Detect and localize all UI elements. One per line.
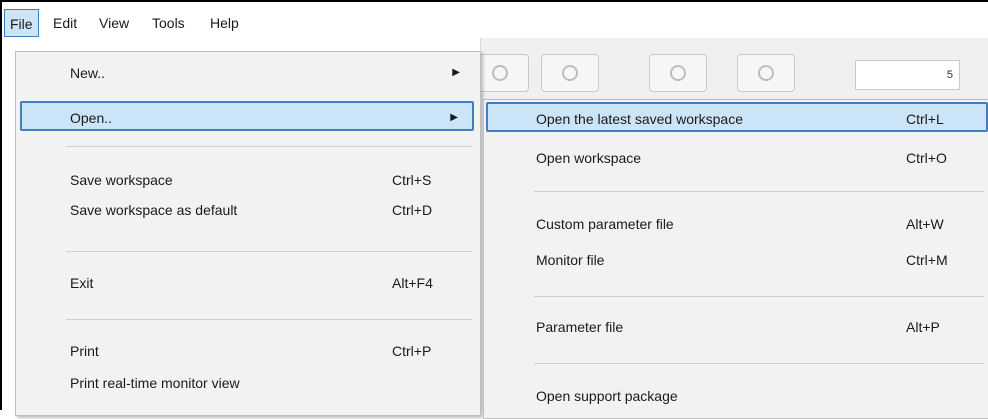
toolbar-button[interactable]	[737, 54, 795, 92]
menu-item-label: Open support package	[536, 388, 678, 404]
shortcut-label: Alt+W	[906, 216, 944, 232]
menu-item-monitor-file[interactable]: Monitor file Ctrl+M	[488, 245, 988, 275]
menu-item-label: Print	[70, 343, 99, 359]
menu-item-label: Save workspace as default	[70, 202, 238, 218]
tool-icon	[670, 65, 686, 81]
menu-separator	[534, 296, 984, 297]
toolbar-button[interactable]	[649, 54, 707, 92]
menu-item-save-workspace[interactable]: Save workspace Ctrl+S	[22, 165, 474, 195]
submenu-arrow-icon: ▶	[450, 112, 458, 123]
menu-separator	[534, 363, 984, 364]
shortcut-label: Ctrl+M	[906, 252, 948, 268]
tool-icon	[562, 65, 578, 81]
menu-item-label: Exit	[70, 275, 94, 291]
open-submenu: Open the latest saved workspace Ctrl+L O…	[483, 99, 988, 419]
menu-item-parameter-file[interactable]: Parameter file Alt+P	[488, 312, 988, 342]
menu-item-label: Open..	[70, 110, 113, 126]
menu-item-print-monitor-view[interactable]: Print real-time monitor view	[22, 368, 474, 398]
menu-item-open[interactable]: Open.. ▶	[20, 101, 474, 131]
menu-item-label: Open the latest saved workspace	[536, 111, 744, 127]
menu-item-exit[interactable]: Exit Alt+F4	[22, 268, 474, 298]
shortcut-label: Alt+F4	[392, 275, 433, 291]
menu-item-save-workspace-default[interactable]: Save workspace as default Ctrl+D	[22, 195, 474, 225]
file-menu: New.. ▶ Open.. ▶ Save workspace Ctrl+S S…	[15, 51, 481, 416]
menu-separator	[66, 251, 472, 252]
menu-item-label: Print real-time monitor view	[70, 375, 240, 391]
menu-item-label: New..	[70, 65, 106, 81]
menu-item-open-support-package[interactable]: Open support package	[488, 381, 988, 411]
menu-item-label: Open workspace	[536, 150, 642, 166]
menu-item-open-latest-workspace[interactable]: Open the latest saved workspace Ctrl+L	[486, 102, 988, 132]
menu-separator	[534, 191, 984, 192]
menu-item-label: Parameter file	[536, 319, 624, 335]
window-frame-left	[0, 0, 2, 410]
shortcut-label: Ctrl+L	[906, 111, 944, 127]
shortcut-label: Alt+P	[906, 319, 940, 335]
shortcut-label: Ctrl+O	[906, 150, 947, 166]
number-input[interactable]: 5	[855, 60, 960, 90]
menu-item-label: Custom parameter file	[536, 216, 674, 232]
menu-edit[interactable]: Edit	[53, 10, 77, 36]
menu-view[interactable]: View	[99, 10, 129, 36]
menu-help[interactable]: Help	[210, 10, 239, 36]
menu-tools[interactable]: Tools	[152, 10, 185, 36]
menu-item-open-workspace[interactable]: Open workspace Ctrl+O	[488, 143, 988, 173]
menu-item-label: Monitor file	[536, 252, 605, 268]
menu-item-label: Save workspace	[70, 172, 173, 188]
menu-item-print[interactable]: Print Ctrl+P	[22, 336, 474, 366]
menu-item-custom-parameter-file[interactable]: Custom parameter file Alt+W	[488, 209, 988, 239]
menu-separator	[66, 319, 472, 320]
toolbar-button[interactable]	[541, 54, 599, 92]
shortcut-label: Ctrl+S	[392, 172, 432, 188]
menu-item-new[interactable]: New.. ▶	[22, 58, 474, 88]
shortcut-label: Ctrl+D	[392, 202, 433, 218]
tool-icon	[492, 65, 508, 81]
tool-icon	[758, 65, 774, 81]
menu-file[interactable]: File	[4, 9, 39, 37]
shortcut-label: Ctrl+P	[392, 343, 432, 359]
menu-separator	[66, 146, 472, 147]
submenu-arrow-icon: ▶	[452, 67, 460, 78]
menubar: File Edit View Tools Help	[2, 2, 988, 38]
